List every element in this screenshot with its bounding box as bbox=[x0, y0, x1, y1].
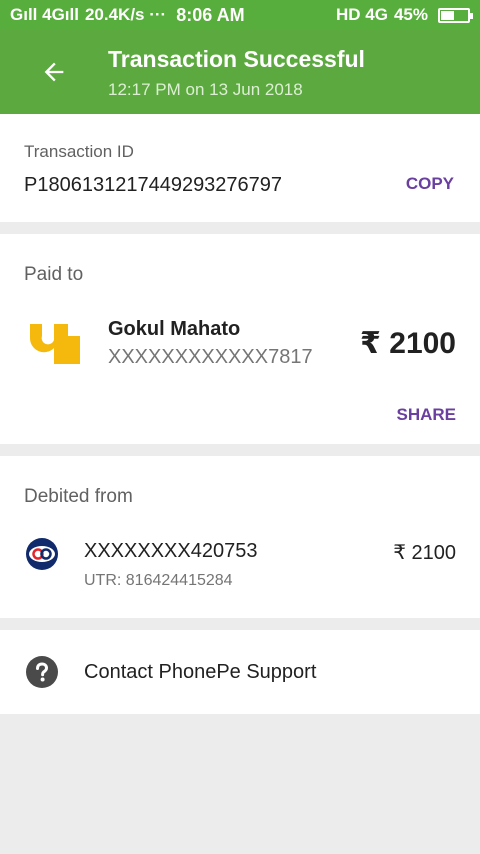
support-row[interactable]: Contact PhonePe Support bbox=[0, 630, 480, 714]
debited-from-label: Debited from bbox=[24, 486, 133, 507]
transaction-id-label: Transaction ID bbox=[24, 142, 134, 161]
copy-button[interactable]: COPY bbox=[406, 174, 454, 194]
utr-number: UTR: 816424415284 bbox=[84, 572, 233, 589]
signal-indicator: Gıll 4Gıll bbox=[10, 5, 79, 24]
debited-from-card: Debited from XXXXXXXX420753 UTR: 8164244… bbox=[0, 456, 480, 618]
paid-amount: ₹ 2100 bbox=[360, 327, 456, 360]
debit-account: XXXXXXXX420753 bbox=[84, 540, 258, 562]
transaction-id-card: Transaction ID P1806131217449293276797 C… bbox=[0, 114, 480, 222]
paid-to-label: Paid to bbox=[24, 264, 84, 285]
app-bar: Transaction Successful 12:17 PM on 13 Ju… bbox=[0, 30, 480, 114]
contact-support-link[interactable]: Contact PhonePe Support bbox=[84, 661, 316, 684]
page-title: Transaction Successful bbox=[108, 46, 365, 72]
bank-logo-icon bbox=[29, 324, 80, 364]
battery-icon bbox=[438, 7, 473, 23]
status-left: Gıll 4Gıll 20.4K/s ··· bbox=[10, 5, 166, 25]
payee-account: XXXXXXXXXXXX7817 bbox=[108, 346, 313, 368]
clock: 8:06 AM bbox=[176, 4, 245, 25]
battery-percent: 45% bbox=[393, 5, 428, 24]
arrow-left-icon bbox=[44, 62, 64, 82]
share-button[interactable]: SHARE bbox=[396, 405, 456, 425]
network-speed: 20.4K/s ··· bbox=[84, 5, 167, 24]
back-button[interactable] bbox=[38, 56, 70, 88]
network-type: HD 4G bbox=[336, 5, 388, 24]
payee-name: Gokul Mahato bbox=[108, 318, 241, 340]
paid-to-card: Paid to Gokul Mahato XXXXXXXXXXXX7817 ₹ … bbox=[0, 234, 480, 444]
status-right: HD 4G 45% bbox=[336, 5, 473, 25]
debit-amount: ₹ 2100 bbox=[393, 542, 456, 564]
help-icon bbox=[26, 656, 58, 688]
bank-logo-icon bbox=[26, 538, 58, 570]
transaction-time: 12:17 PM on 13 Jun 2018 bbox=[108, 80, 303, 99]
status-bar: Gıll 4Gıll 20.4K/s ··· 8:06 AM HD 4G 45% bbox=[0, 0, 480, 30]
transaction-id-value: P1806131217449293276797 bbox=[24, 174, 283, 196]
